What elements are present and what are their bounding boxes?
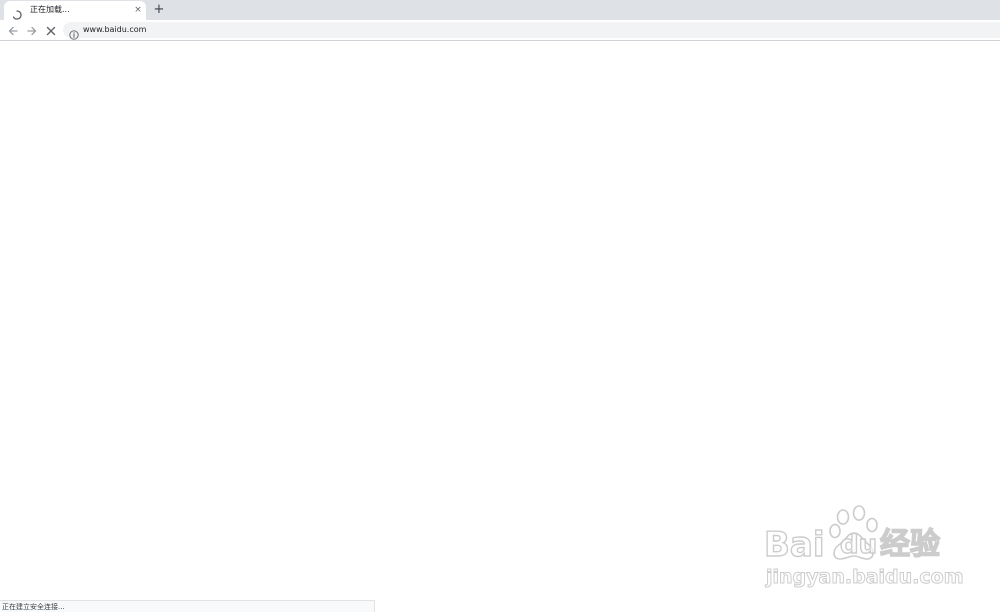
info-icon[interactable] (69, 25, 79, 40)
url-text[interactable]: www.baidu.com (83, 24, 146, 36)
loading-spinner-icon (12, 5, 22, 20)
arrow-left-icon (8, 26, 18, 36)
tab-close-icon[interactable]: × (132, 4, 144, 16)
status-bubble: 正在建立安全连接... (0, 600, 375, 612)
watermark-bai: Bai (763, 524, 825, 565)
watermark-domain: jingyan.baidu.com (766, 566, 964, 589)
arrow-right-icon (27, 26, 37, 36)
baidu-jingyan-watermark: Bai du 经验 jingyan.baidu.com (763, 503, 964, 591)
tab-title: 正在加载... (30, 5, 70, 14)
active-tab[interactable]: 正在加载... × (4, 1, 146, 20)
watermark-jingyan: 经验 (879, 526, 940, 562)
back-button[interactable] (6, 23, 20, 37)
forward-button[interactable] (25, 23, 39, 37)
close-icon (46, 26, 56, 36)
watermark-du: du (839, 529, 878, 560)
browser-window: 正在加载... × + www.baidu.com Bai du 经验 jing… (0, 0, 1000, 612)
stop-loading-button[interactable] (44, 23, 58, 37)
address-bar[interactable]: www.baidu.com (63, 22, 1000, 40)
tab-strip: 正在加载... × + (0, 0, 1000, 20)
new-tab-button[interactable]: + (152, 3, 166, 17)
toolbar: www.baidu.com (0, 20, 1000, 41)
status-text: 正在建立安全连接... (2, 603, 65, 611)
